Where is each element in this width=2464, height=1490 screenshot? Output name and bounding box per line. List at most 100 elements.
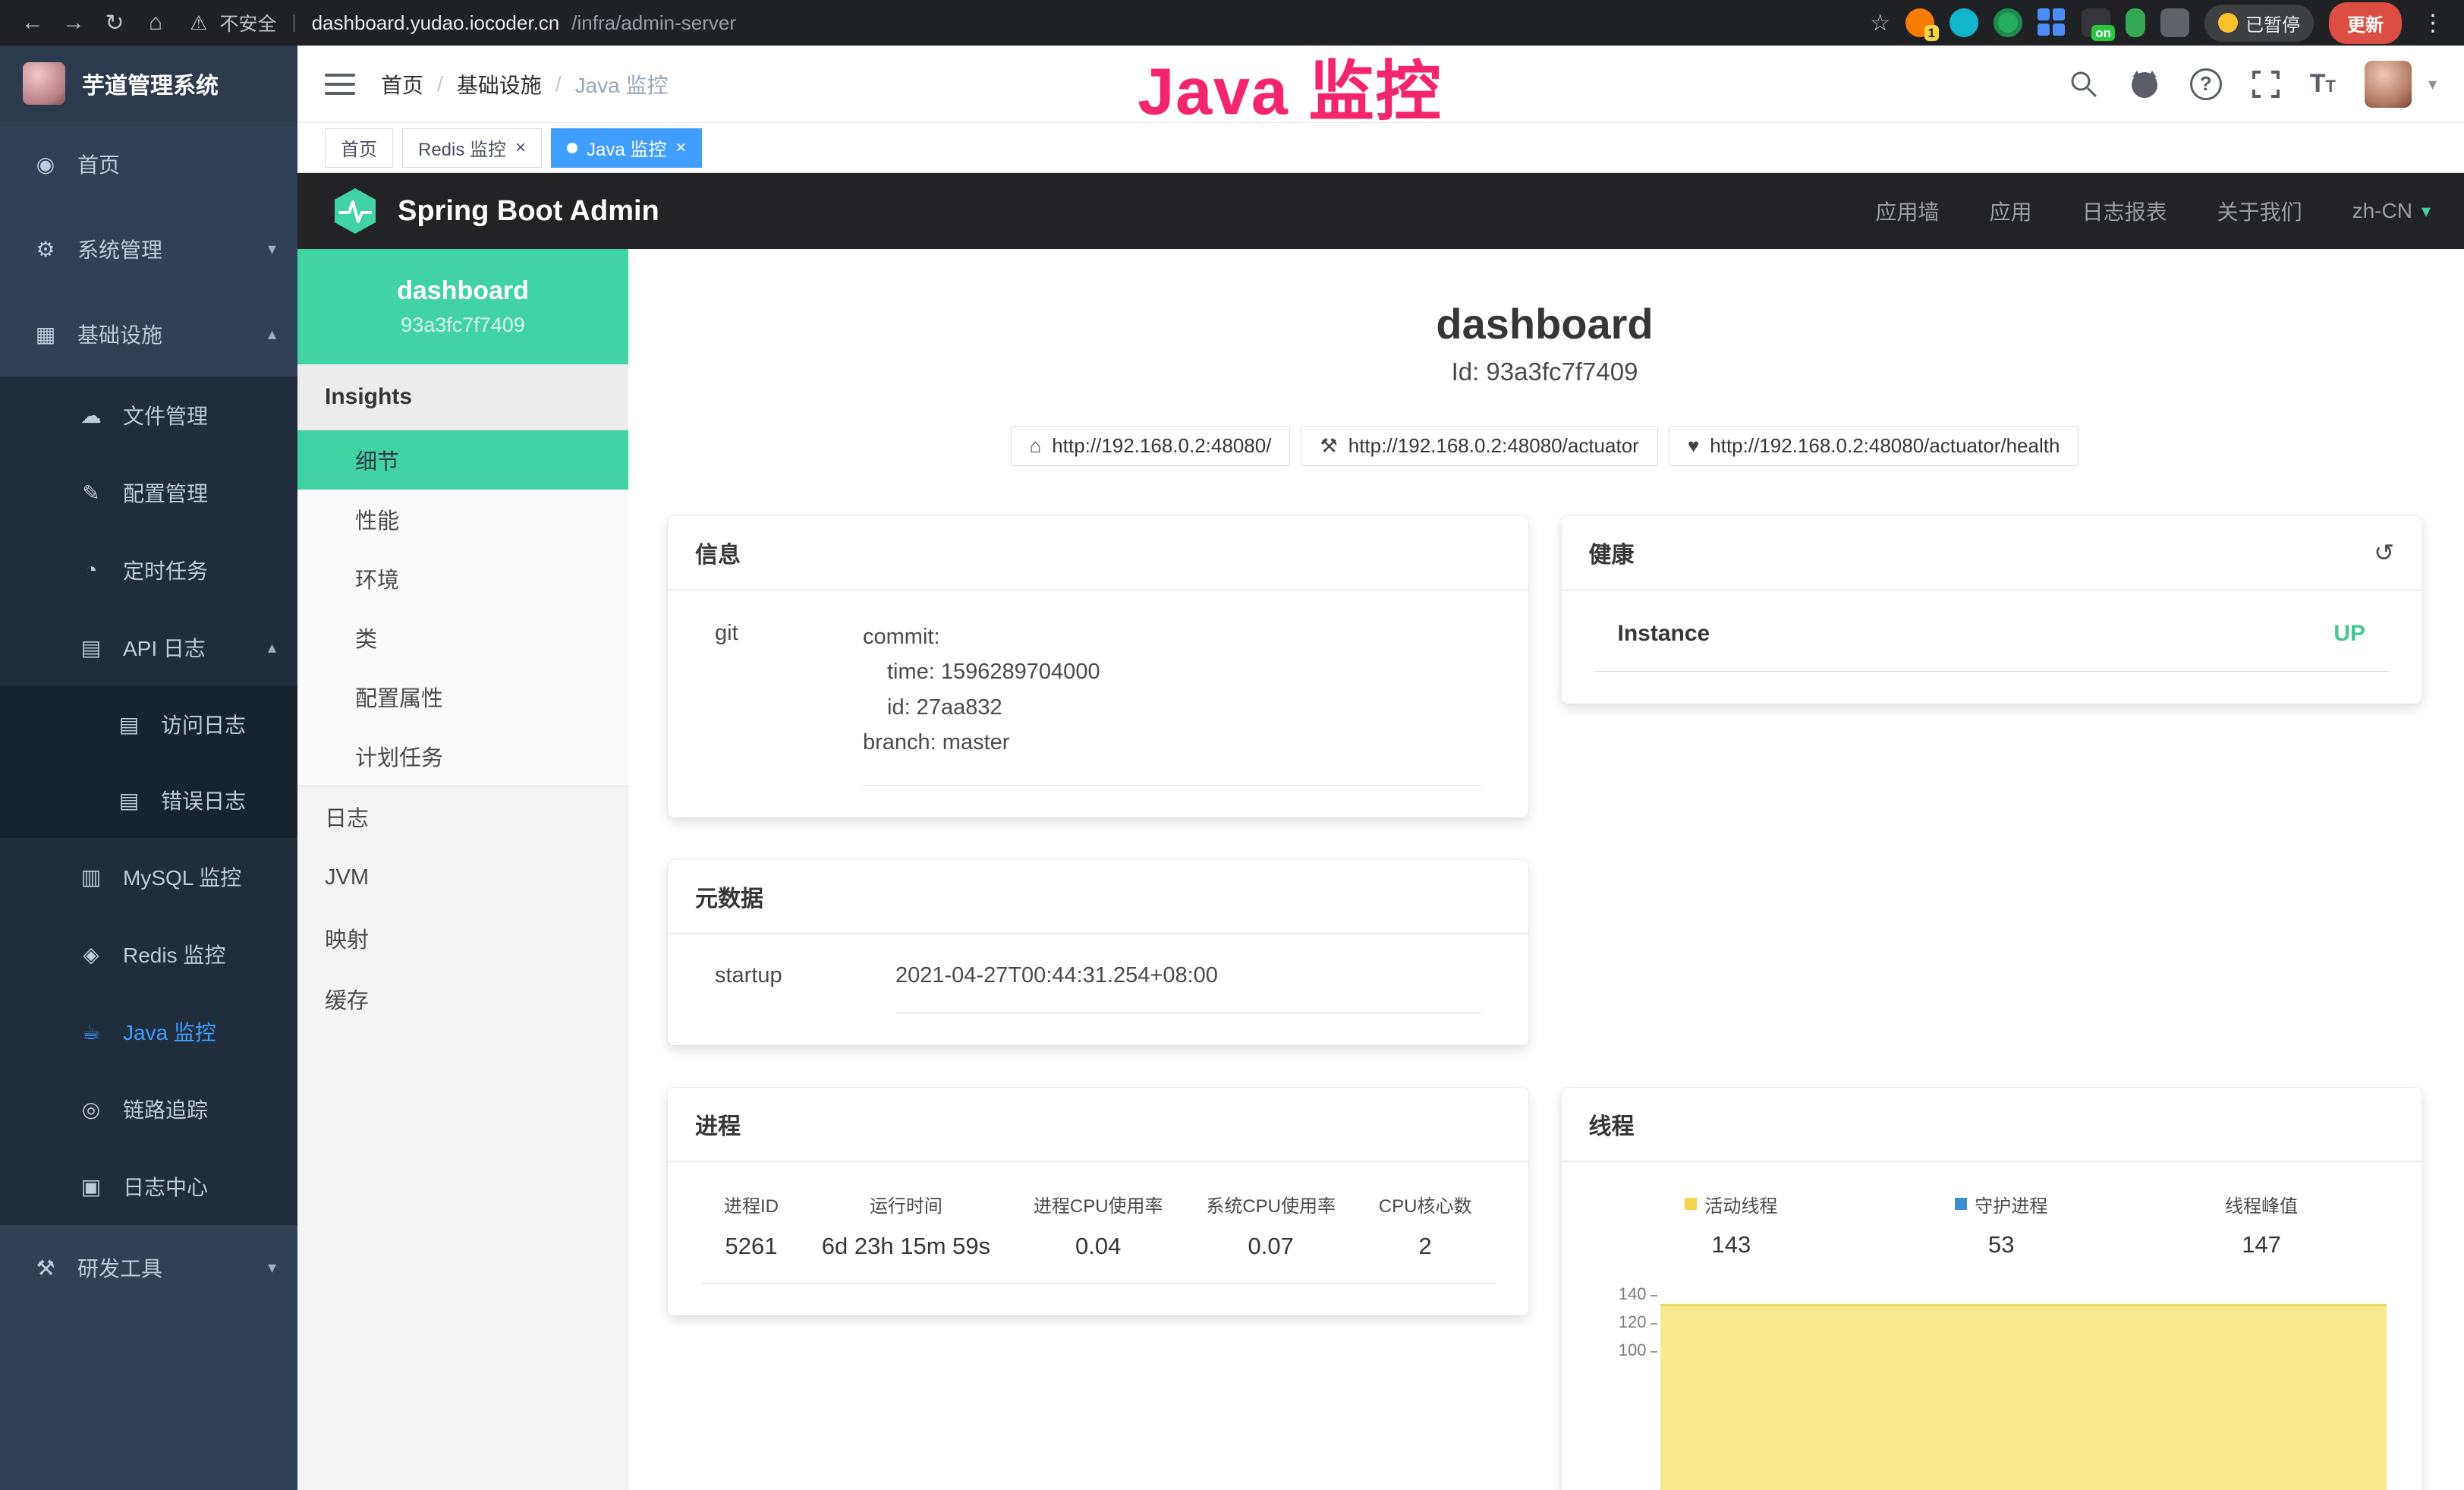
sidebar-item-label: 系统管理 xyxy=(77,234,162,264)
instance-item-mappings[interactable]: 映射 xyxy=(297,908,628,969)
ytick: 100 xyxy=(1619,1340,1647,1360)
sba-brand[interactable]: Spring Boot Admin xyxy=(331,187,659,235)
tab-java-monitor[interactable]: Java 监控 × xyxy=(551,128,702,168)
sidebar-item-label: 基础设施 xyxy=(77,319,162,349)
instance-item-details[interactable]: 细节 xyxy=(297,430,628,490)
close-icon[interactable]: × xyxy=(515,137,526,159)
browser-menu-icon[interactable]: ⋮ xyxy=(2417,10,2449,36)
sidebar-item-tracing[interactable]: ◎ 链路追踪 xyxy=(0,1070,297,1148)
threads-legend: 活动线程 143 守护进程 xyxy=(1589,1188,2395,1258)
instance-item-metrics[interactable]: 性能 xyxy=(297,490,628,549)
instance-item-jvm[interactable]: JVM xyxy=(297,847,628,908)
sidebar-item-label: 配置管理 xyxy=(123,477,208,508)
instance-item-caches[interactable]: 缓存 xyxy=(297,969,628,1029)
fullscreen-icon[interactable] xyxy=(2251,69,2281,99)
cell-value: 6d 23h 15m 59s xyxy=(822,1233,990,1260)
link-health-url[interactable]: ♥ http://192.168.0.2:48080/actuator/heal… xyxy=(1669,426,2079,466)
sidebar-item-label: 首页 xyxy=(77,149,120,179)
sidebar-item-label: 定时任务 xyxy=(123,555,208,585)
sidebar-item-redis-monitor[interactable]: ◈ Redis 监控 xyxy=(0,915,297,993)
search-icon[interactable] xyxy=(2069,69,2099,99)
extension-icon-dark[interactable]: on xyxy=(2082,8,2110,37)
tools-icon: ⚒ xyxy=(30,1255,61,1281)
sidebar-item-label: API 日志 xyxy=(123,632,206,663)
tab-home[interactable]: 首页 xyxy=(325,128,393,168)
infra-icon: ▦ xyxy=(30,322,61,347)
caret-down-icon[interactable]: ▾ xyxy=(2428,74,2437,94)
column-header: 运行时间 xyxy=(822,1191,990,1218)
sidebar-item-api-logs[interactable]: ▤ API 日志 ▴ xyxy=(0,609,297,686)
instance-item-scheduled-tasks[interactable]: 计划任务 xyxy=(297,726,628,786)
back-icon[interactable]: ← xyxy=(15,10,50,36)
sba-nav-wall[interactable]: 应用墙 xyxy=(1876,196,1940,226)
health-card: 健康 ↺ Instance UP xyxy=(1562,516,2422,704)
trace-icon: ◎ xyxy=(76,1097,106,1122)
hamburger-icon[interactable] xyxy=(325,74,355,95)
instance-item-label: 配置属性 xyxy=(355,681,443,713)
process-col-cpu-cores: CPU核心数 2 xyxy=(1379,1191,1472,1260)
git-commit-id: id: 27aa832 xyxy=(863,690,1481,725)
legend-value: 53 xyxy=(1955,1231,2047,1258)
breadcrumb-home[interactable]: 首页 xyxy=(381,69,423,99)
sidebar-item-access-logs[interactable]: ▤ 访问日志 xyxy=(0,686,297,762)
instance-item-label: JVM xyxy=(325,865,369,890)
app-logo[interactable]: 芋道管理系统 xyxy=(0,46,297,121)
extension-icon-green[interactable] xyxy=(1994,8,2022,37)
url-path: /infra/admin-server xyxy=(571,11,736,35)
instance-item-classes[interactable]: 类 xyxy=(297,608,628,667)
extension-icon-puzzle[interactable] xyxy=(2160,8,2189,37)
reload-icon[interactable]: ↻ xyxy=(97,10,132,36)
link-base-url[interactable]: ⌂ http://192.168.0.2:48080/ xyxy=(1011,426,1291,466)
main-content: dashboard Id: 93a3fc7f7409 ⌂ http://192.… xyxy=(628,249,2464,1490)
chevron-up-icon: ▴ xyxy=(268,324,276,344)
security-label[interactable]: 不安全 xyxy=(219,9,276,36)
sidebar-item-home[interactable]: ◉ 首页 xyxy=(0,121,297,206)
sba-nav-about[interactable]: 关于我们 xyxy=(2217,196,2302,226)
sidebar-item-infra[interactable]: ▦ 基础设施 ▴ xyxy=(0,291,297,376)
extension-icon-orange[interactable]: 1 xyxy=(1905,8,1934,37)
breadcrumb-infra[interactable]: 基础设施 xyxy=(457,69,542,99)
close-icon[interactable]: × xyxy=(675,137,686,159)
sidebar-item-dev-tools[interactable]: ⚒ 研发工具 ▾ xyxy=(0,1225,297,1310)
link-actuator-url[interactable]: ⚒ http://192.168.0.2:48080/actuator xyxy=(1301,426,1657,466)
extension-icon-teal[interactable] xyxy=(1949,8,1978,37)
process-col-pid: 进程ID 5261 xyxy=(724,1191,779,1260)
font-size-icon[interactable]: TT xyxy=(2310,69,2336,99)
instance-item-logs[interactable]: 日志 xyxy=(297,786,628,847)
sidebar-item-mysql-monitor[interactable]: ▥ MySQL 监控 xyxy=(0,838,297,915)
bookmark-star-icon[interactable]: ☆ xyxy=(1870,10,1890,36)
instance-item-environment[interactable]: 环境 xyxy=(297,549,628,608)
tab-redis-monitor[interactable]: Redis 监控 × xyxy=(402,128,542,168)
sidebar-item-java-monitor[interactable]: ☕ Java 监控 xyxy=(0,993,297,1070)
status-badge: UP xyxy=(2333,621,2365,647)
update-button[interactable]: 更新 xyxy=(2329,2,2402,44)
sidebar-item-system[interactable]: ⚙ 系统管理 ▾ xyxy=(0,206,297,291)
extension-icon-grid[interactable] xyxy=(2038,8,2066,37)
home-icon[interactable]: ⌂ xyxy=(138,10,173,36)
sidebar-item-log-center[interactable]: ▣ 日志中心 xyxy=(0,1148,297,1225)
smiley-icon xyxy=(2218,13,2238,33)
link-label: http://192.168.0.2:48080/actuator xyxy=(1348,434,1639,458)
extension-icon-leaf[interactable] xyxy=(2126,8,2145,37)
info-card: 信息 git commit: time: 1596289704000 id: 2… xyxy=(668,516,1528,817)
sidebar-item-error-logs[interactable]: ▤ 错误日志 xyxy=(0,762,297,838)
instance-header[interactable]: dashboard 93a3fc7f7409 xyxy=(297,249,628,364)
sba-nav-applications[interactable]: 应用 xyxy=(1990,196,2032,226)
info-key: git xyxy=(715,619,863,786)
sba-nav-journal[interactable]: 日志报表 xyxy=(2082,196,2167,226)
sidebar-item-file-management[interactable]: ☁ 文件管理 xyxy=(0,376,297,454)
redis-icon: ◈ xyxy=(76,942,106,967)
user-avatar[interactable] xyxy=(2365,61,2412,108)
instance-item-config-props[interactable]: 配置属性 xyxy=(297,667,628,726)
sidebar-item-config-management[interactable]: ✎ 配置管理 xyxy=(0,454,297,531)
locale-selector[interactable]: zh-CN ▾ xyxy=(2352,199,2431,223)
address-bar[interactable]: ⚠ 不安全 | dashboard.yudao.iocoder.cn/infra… xyxy=(190,9,1864,36)
forward-icon[interactable]: → xyxy=(56,10,91,36)
help-icon[interactable]: ? xyxy=(2190,68,2222,100)
github-icon[interactable] xyxy=(2128,68,2161,100)
threads-card: 线程 活动线程 143 xyxy=(1562,1088,2422,1490)
history-icon[interactable]: ↺ xyxy=(2374,538,2394,567)
breadcrumb: 首页 / 基础设施 / Java 监控 xyxy=(381,69,669,99)
sidebar-item-scheduled-tasks[interactable]: ◔ 定时任务 xyxy=(0,531,297,609)
paused-badge[interactable]: 已暂停 xyxy=(2204,5,2314,42)
